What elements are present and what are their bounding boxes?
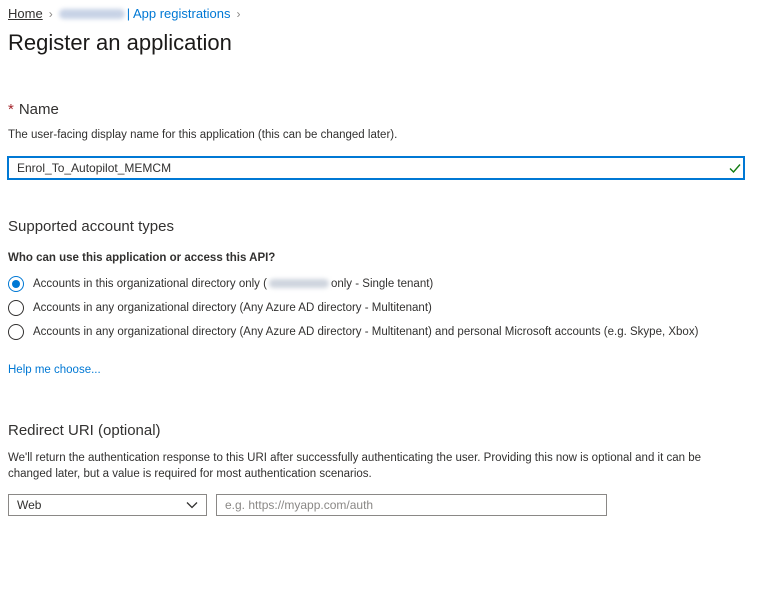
redirect-uri-input[interactable] [216,494,607,516]
tenant-name-redacted [268,279,329,289]
platform-select-value: Web [17,498,42,512]
platform-select[interactable]: Web [8,494,207,516]
account-option-multitenant[interactable]: Accounts in any organizational directory… [8,300,432,316]
radio-button[interactable] [8,300,24,316]
chevron-right-icon: › [48,6,53,21]
breadcrumb-home-link[interactable]: Home [8,6,43,21]
breadcrumb: Home › | App registrations › [8,6,247,21]
breadcrumb-app-registrations-link[interactable]: | App registrations [127,6,231,21]
option-label: Accounts in any organizational directory… [33,326,699,338]
redirect-uri-heading: Redirect URI (optional) [8,422,161,439]
name-label: * Name [8,101,59,118]
chevron-right-icon: › [236,6,241,21]
breadcrumb-tenant-redacted[interactable] [58,8,125,19]
account-types-question: Who can use this application or access t… [8,252,276,264]
account-types-heading: Supported account types [8,218,174,235]
chevron-down-icon [186,502,198,509]
option-label: Accounts in any organizational directory… [33,302,432,314]
radio-button-selected[interactable] [8,276,24,292]
checkmark-icon [729,164,741,174]
radio-button[interactable] [8,324,24,340]
name-label-text: Name [18,101,59,118]
page-title: Register an application [8,30,232,55]
help-me-choose-link[interactable]: Help me choose... [8,364,101,376]
name-description: The user-facing display name for this ap… [8,129,398,141]
option-label: Accounts in this organizational director… [33,278,434,290]
required-marker: * [8,101,14,118]
account-option-single-tenant[interactable]: Accounts in this organizational director… [8,276,433,292]
app-name-input[interactable] [7,156,745,180]
account-option-multitenant-personal[interactable]: Accounts in any organizational directory… [8,324,698,340]
redirect-uri-description: We'll return the authentication response… [8,452,702,480]
